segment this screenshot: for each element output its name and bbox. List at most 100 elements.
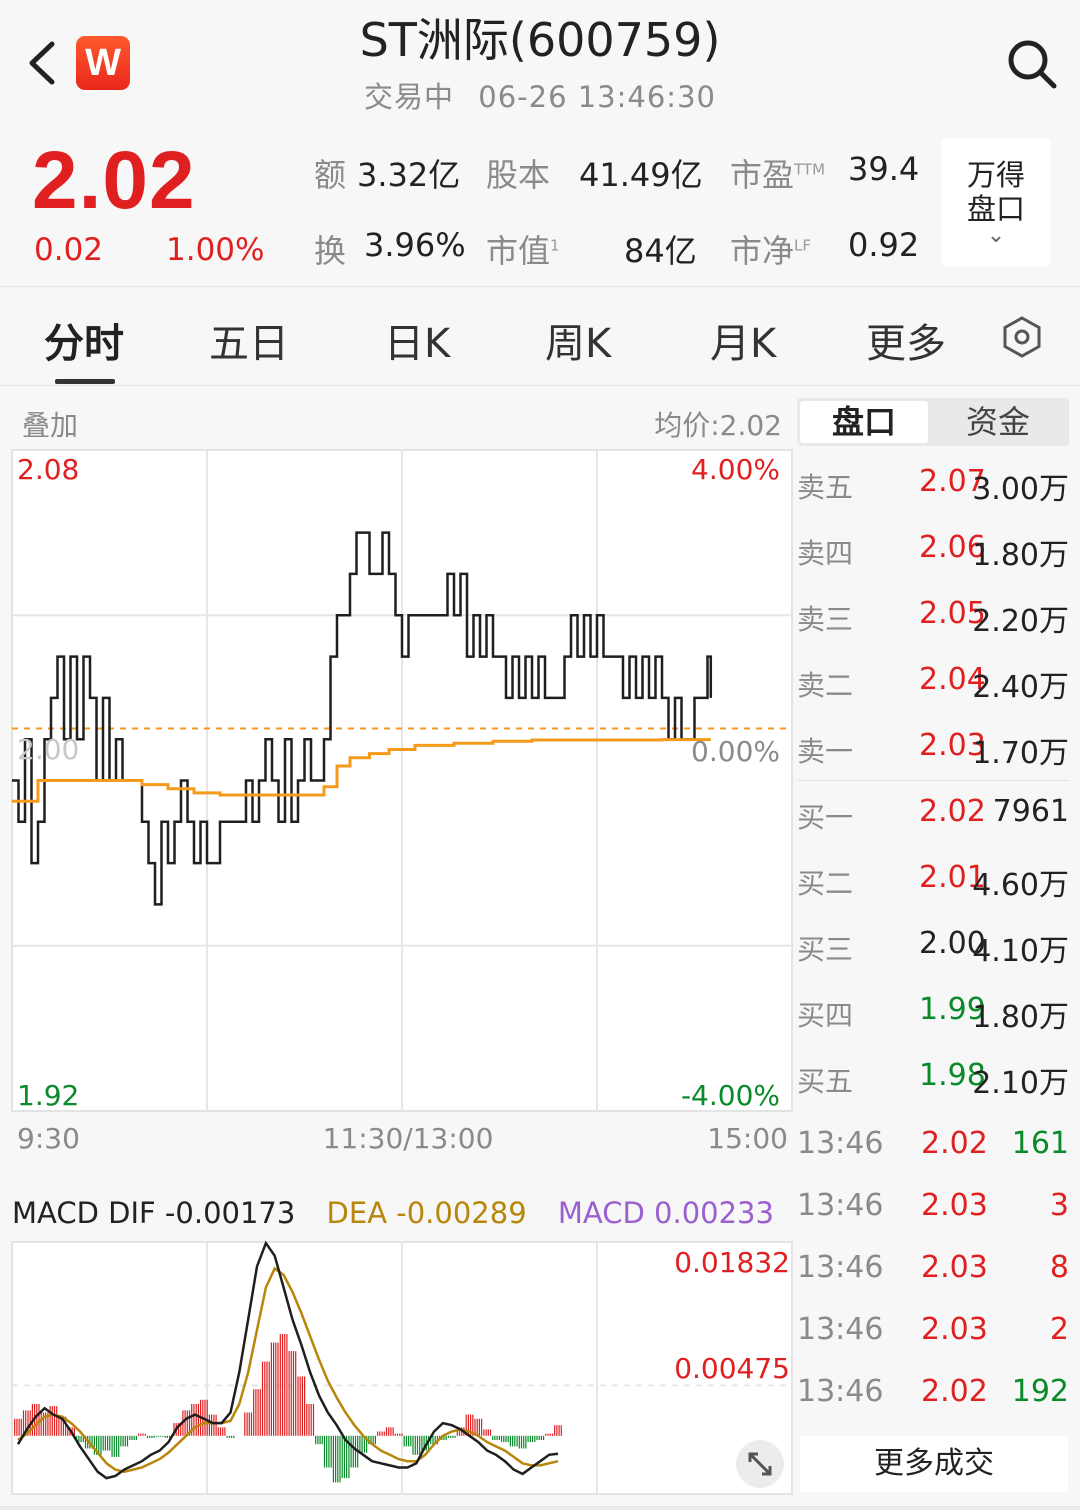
stat-label-share-capital: 股本 (486, 156, 551, 194)
ob-price: 2.02 (919, 794, 986, 829)
tab-pankou[interactable]: 盘口 (800, 401, 928, 443)
bid-row[interactable]: 买四 1.99 1.80万 (797, 978, 1069, 1044)
stat-value-market-cap: 84亿 (624, 232, 697, 270)
tab-intraday[interactable]: 分时 (44, 311, 124, 369)
search-button[interactable] (1002, 34, 1060, 92)
stat-value-pe: 39.4 (848, 150, 920, 188)
ob-level-label: 卖一 (797, 735, 854, 768)
ob-level-label: 卖三 (797, 603, 854, 636)
tick-time: 13:46 (797, 1250, 884, 1285)
trade-tick-row: 13:46 2.03 3 (797, 1176, 1069, 1238)
y-label-top: 2.08 (17, 453, 79, 486)
active-tab-indicator (55, 379, 115, 384)
tick-volume: 8 (1049, 1250, 1069, 1285)
tick-time: 13:46 (797, 1188, 884, 1223)
ob-level-label: 买二 (797, 867, 854, 900)
tab-five-day[interactable]: 五日 (209, 311, 289, 369)
tick-price: 2.02 (921, 1126, 988, 1161)
period-tabs: 分时 五日 日K 周K 月K 更多 (0, 286, 1080, 386)
trade-tick-row: 13:46 2.02 161 (797, 1114, 1069, 1176)
tab-daily-k[interactable]: 日K (384, 311, 450, 369)
price-change-pct: 1.00% (166, 232, 265, 268)
trade-tick-row: 13:46 2.03 2 (797, 1300, 1069, 1362)
trade-status-line: 交易中 06-26 13:46:30 (0, 74, 1080, 116)
stat-value-pb: 0.92 (848, 226, 920, 264)
expand-icon (748, 1452, 772, 1476)
ask-row[interactable]: 卖四 2.06 1.80万 (797, 516, 1069, 582)
ob-volume: 2.40万 (972, 670, 1069, 705)
expand-chart-button[interactable] (736, 1440, 784, 1488)
tab-monthly-k[interactable]: 月K (710, 311, 776, 369)
last-price: 2.02 (32, 135, 196, 226)
y-pct-bottom: -4.00% (681, 1079, 780, 1112)
ob-volume: 1.80万 (972, 1000, 1069, 1035)
ob-volume: 1.70万 (972, 736, 1069, 771)
stat-label-pb: 市净LF (730, 232, 812, 270)
ob-volume: 4.10万 (972, 934, 1069, 969)
tick-time: 13:46 (797, 1126, 884, 1161)
orderbook-tabs: 盘口 资金 (797, 398, 1069, 446)
trade-datetime: 06-26 13:46:30 (478, 80, 716, 114)
ask-row[interactable]: 卖一 2.03 1.70万 (797, 714, 1069, 780)
stat-value-amount: 3.32亿 (357, 156, 461, 194)
tick-time: 13:46 (797, 1312, 884, 1347)
macd-legend: MACD DIF -0.00173 DEA -0.00289 MACD 0.00… (12, 1196, 796, 1230)
tick-price: 2.03 (921, 1312, 988, 1347)
macd-chart[interactable]: 0.01832 0.00475 (0, 1236, 795, 1498)
macd-dea-label: DEA -0.00289 (326, 1196, 527, 1230)
bottom-divider (0, 1506, 1080, 1510)
wande-pankou-button[interactable]: 万得 盘口 ⌄ (942, 138, 1050, 266)
ob-volume: 7961 (992, 794, 1069, 829)
hexagon-settings-icon (1003, 316, 1041, 358)
ob-level-label: 买四 (797, 999, 854, 1032)
tab-zijin[interactable]: 资金 (933, 401, 1063, 443)
ob-level-label: 卖五 (797, 471, 854, 504)
tick-price: 2.03 (921, 1188, 988, 1223)
intraday-chart[interactable]: 2.08 2.00 1.92 4.00% 0.00% -4.00% 9:30 1… (0, 445, 795, 1160)
wande-label-line1: 万得 (966, 158, 1025, 192)
tick-volume: 192 (1011, 1374, 1069, 1409)
bid-row[interactable]: 买三 2.00 4.10万 (797, 912, 1069, 978)
ask-row[interactable]: 卖二 2.04 2.40万 (797, 648, 1069, 714)
y-pct-mid: 0.00% (691, 735, 780, 768)
y-label-mid: 2.00 (17, 733, 79, 766)
ob-level-label: 买五 (797, 1065, 854, 1098)
ob-volume: 3.00万 (972, 472, 1069, 507)
wande-label-line2: 盘口 (966, 192, 1025, 226)
bid-row[interactable]: 买五 1.98 2.10万 (797, 1044, 1069, 1110)
bid-row[interactable]: 买二 2.01 4.60万 (797, 846, 1069, 912)
macd-dif-label: MACD DIF -0.00173 (12, 1196, 296, 1230)
stat-label-amount: 额 (314, 156, 347, 194)
trade-tick-row: 13:46 2.03 8 (797, 1238, 1069, 1300)
tick-volume: 3 (1049, 1188, 1069, 1223)
tick-volume: 161 (1011, 1126, 1069, 1161)
ask-row[interactable]: 卖三 2.05 2.20万 (797, 582, 1069, 648)
trade-tick-row: 13:46 2.02 192 (797, 1362, 1069, 1424)
ob-level-label: 买三 (797, 933, 854, 966)
stat-label-pe: 市盈TTM (730, 156, 826, 194)
macd-y-mid: 0.00475 (674, 1352, 790, 1385)
tab-weekly-k[interactable]: 周K (545, 311, 611, 369)
x-label-open: 9:30 (17, 1122, 80, 1155)
tick-price: 2.03 (921, 1250, 988, 1285)
stat-value-turnover: 3.96% (364, 226, 466, 264)
overlay-button[interactable]: 叠加 (22, 404, 78, 444)
trade-status: 交易中 (364, 80, 455, 114)
more-trades-button[interactable]: 更多成交 (800, 1436, 1068, 1492)
stat-value-share-capital: 41.49亿 (579, 156, 703, 194)
bid-row[interactable]: 买一 2.02 7961 (797, 780, 1069, 846)
macd-y-top: 0.01832 (674, 1246, 790, 1279)
ob-level-label: 买一 (797, 801, 854, 834)
y-pct-top: 4.00% (691, 453, 780, 486)
tick-price: 2.02 (921, 1374, 988, 1409)
tick-time: 13:46 (797, 1374, 884, 1409)
tab-more[interactable]: 更多 (866, 311, 946, 369)
avg-price-label: 均价:2.02 (654, 409, 782, 442)
chart-settings-button[interactable] (1000, 315, 1044, 359)
search-icon (1008, 40, 1057, 89)
chevron-down-icon: ⌄ (986, 223, 1006, 248)
stock-title: ST洲际(600759) (359, 13, 721, 67)
y-label-bottom: 1.92 (17, 1079, 79, 1112)
ask-row[interactable]: 卖五 2.07 3.00万 (797, 450, 1069, 516)
ob-volume: 2.10万 (972, 1066, 1069, 1101)
